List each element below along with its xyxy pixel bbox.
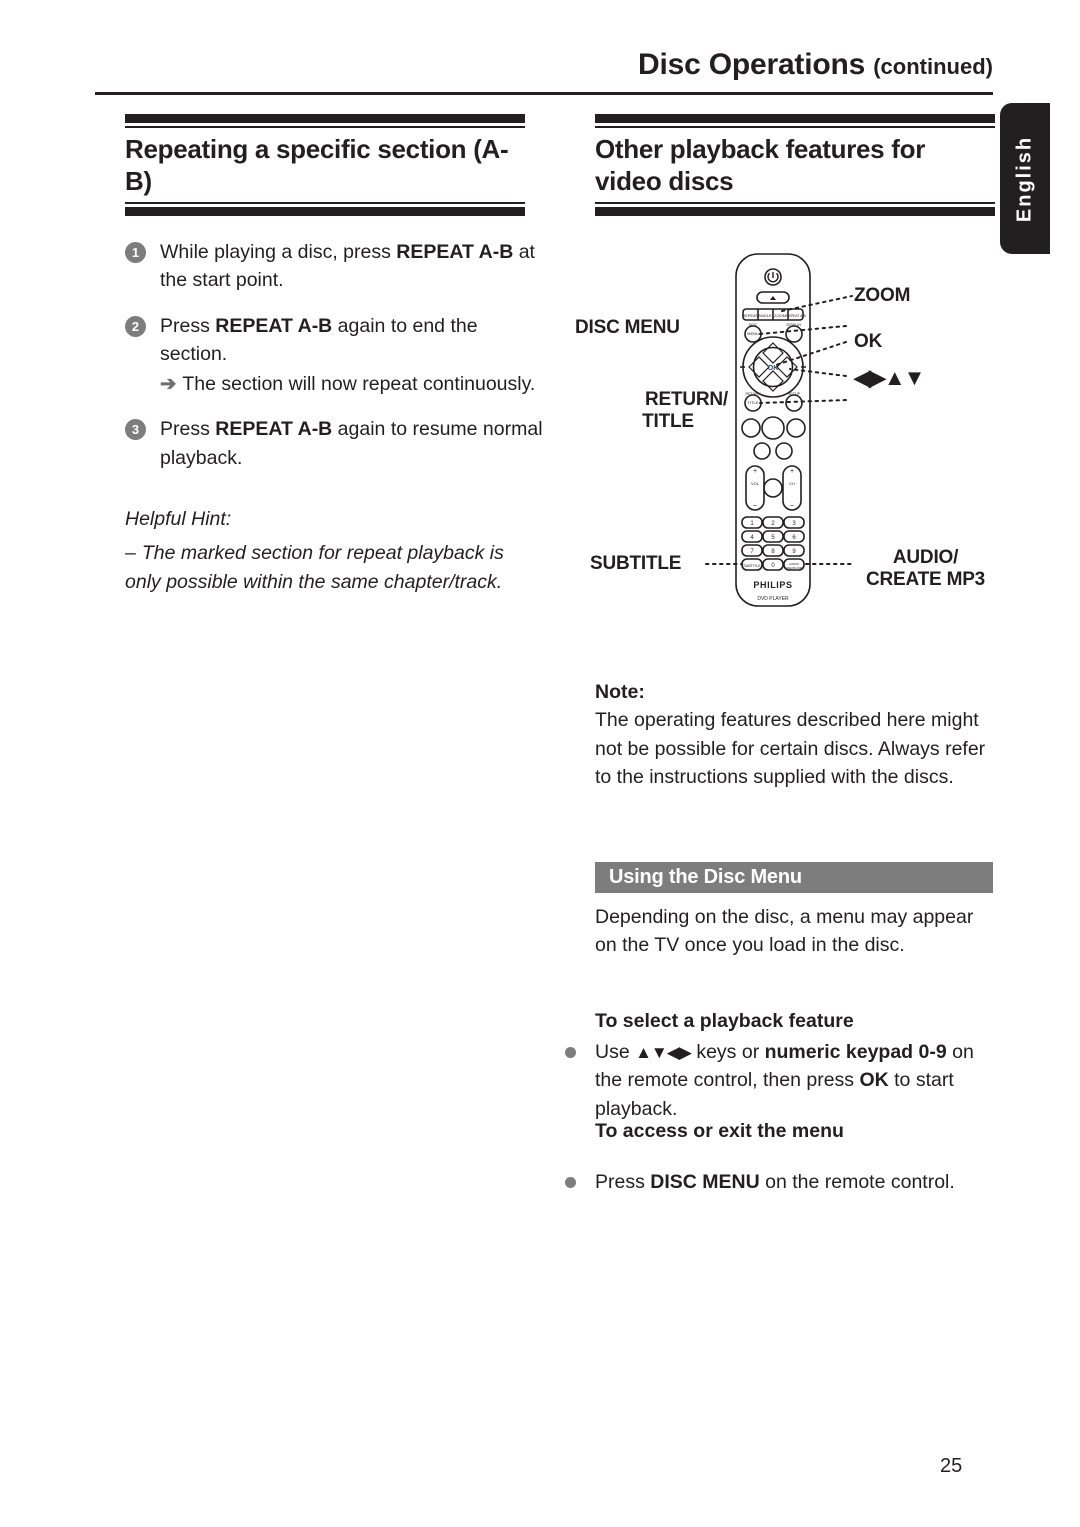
svg-text:9: 9 <box>792 549 796 555</box>
language-tab: English <box>1000 103 1050 254</box>
step-2-result: ➔ The section will now repeat continuousl… <box>160 370 545 398</box>
svg-text:3: 3 <box>792 521 796 527</box>
access-part2: on the remote control. <box>759 1171 955 1193</box>
svg-text:7: 7 <box>750 549 754 555</box>
svg-text:+: + <box>790 468 794 475</box>
list-item: Press DISC MENU on the remote control. <box>565 1168 995 1196</box>
callout-ok: OK <box>854 331 883 352</box>
bullet-dot-icon <box>565 1177 576 1188</box>
svg-text:PHILIPS: PHILIPS <box>753 580 792 590</box>
svg-text:SUBTITLE: SUBTITLE <box>743 564 761 568</box>
list-item: 2 Press REPEAT A-B again to end the sect… <box>125 312 545 399</box>
svg-text:CREATE MP3: CREATE MP3 <box>785 566 804 570</box>
access-bold1: DISC MENU <box>650 1171 760 1193</box>
svg-text:SETUP: SETUP <box>788 392 801 396</box>
helpful-hint: Helpful Hint: – The marked section for re… <box>125 505 545 596</box>
svg-text:6: 6 <box>792 535 796 541</box>
step-number-1: 1 <box>125 242 146 263</box>
page-title-main: Disc Operations <box>638 48 866 81</box>
select-part2: keys or <box>690 1041 765 1063</box>
page-title: Disc Operations (continued) <box>95 48 993 82</box>
leader-return-title <box>759 399 847 404</box>
remote-control-diagram: REPEAT ANGLE ZOOM REPEAT A-B DISC MENU D… <box>570 245 1010 620</box>
svg-text:4: 4 <box>750 535 754 541</box>
left-heading-rule-top <box>125 114 525 128</box>
right-heading-rule-bottom <box>595 202 995 216</box>
callout-disc-menu: DISC MENU <box>575 317 680 338</box>
svg-text:DISC: DISC <box>749 323 758 327</box>
subheading-select-playback: To select a playback feature <box>595 1010 854 1032</box>
svg-text:TITLE: TITLE <box>748 400 759 405</box>
left-section-heading: Repeating a specific section (A-B) <box>125 134 509 196</box>
svg-text:ZOOM: ZOOM <box>774 313 786 318</box>
bullet-dot-icon <box>565 1047 576 1058</box>
step-3-bold: REPEAT A-B <box>215 418 333 441</box>
section-bar-using-disc-menu: Using the Disc Menu <box>595 862 993 893</box>
callout-return-title-line1: RETURN/ <box>644 389 728 410</box>
leader-disc-menu <box>759 325 847 335</box>
svg-text:ANGLE: ANGLE <box>758 313 772 318</box>
callout-audio-create-mp3: AUDIO/ CREATE MP3 <box>866 547 985 592</box>
leader-arrows <box>789 368 847 377</box>
subheading-access-menu: To access or exit the menu <box>595 1120 844 1142</box>
list-item: 1 While playing a disc, press REPEAT A-B… <box>125 238 545 295</box>
svg-text:OK: OK <box>768 365 779 372</box>
step-3-text-before: Press <box>160 418 216 441</box>
svg-text:1: 1 <box>750 521 754 527</box>
arrow-keys-icon: ▲▼◀▶ <box>635 1043 692 1062</box>
callout-zoom: ZOOM <box>854 285 911 306</box>
svg-text:0: 0 <box>771 563 775 569</box>
language-tab-label: English <box>1013 135 1036 222</box>
list-item: 3 Press REPEAT A-B again to resume norma… <box>125 415 545 472</box>
step-2-result-text: The section will now repeat continuously… <box>182 373 536 396</box>
svg-text:+: + <box>753 468 757 475</box>
step-number-2: 2 <box>125 315 146 337</box>
steps-list: 1 While playing a disc, press REPEAT A-B… <box>125 238 545 489</box>
svg-text:CH: CH <box>789 481 795 486</box>
paragraph-disc-menu: Depending on the disc, a menu may appear… <box>595 906 974 957</box>
left-heading-rule-bottom <box>125 202 525 216</box>
svg-text:5: 5 <box>771 535 775 541</box>
step-1-bold: REPEAT A-B <box>396 241 514 263</box>
note-block: Note: The operating features described h… <box>595 678 995 791</box>
right-heading-rule-top <box>595 114 995 128</box>
svg-text:VOL: VOL <box>751 481 760 486</box>
svg-text:REPEAT A-B: REPEAT A-B <box>786 314 806 318</box>
hint-text: The marked section for repeat playback i… <box>125 542 504 593</box>
header-divider <box>95 92 993 95</box>
right-section-heading: Other playback features for video discs <box>595 134 926 196</box>
callout-subtitle: SUBTITLE <box>590 553 682 574</box>
step-1-text-before: While playing a disc, press <box>160 241 397 263</box>
select-part1: Use <box>595 1041 636 1063</box>
svg-text:8: 8 <box>771 549 775 555</box>
svg-text:REPEAT: REPEAT <box>742 313 758 318</box>
svg-text:RETURN: RETURN <box>746 392 761 396</box>
callout-return-title: RETURN/ TITLE <box>608 389 728 434</box>
step-number-3: 3 <box>125 419 146 441</box>
step-2-bold: REPEAT A-B <box>215 314 333 337</box>
svg-text:–: – <box>753 502 757 509</box>
access-part1: Press <box>595 1171 651 1193</box>
select-bold1: numeric keypad 0-9 <box>764 1041 947 1063</box>
callout-audio-line2: CREATE MP3 <box>866 569 986 591</box>
page-number: 25 <box>940 1455 963 1477</box>
list-item: Use ▲▼◀▶ keys or numeric keypad 0-9 on t… <box>565 1038 995 1123</box>
svg-text:DVD PLAYER: DVD PLAYER <box>757 596 789 602</box>
page-title-continued: (continued) <box>873 54 993 79</box>
callout-return-title-line2: TITLE <box>642 411 694 433</box>
step-2-text-before: Press <box>160 314 216 337</box>
svg-text:–: – <box>790 502 794 509</box>
svg-text:DISPLAY: DISPLAY <box>787 323 803 327</box>
note-text: The operating features described here mi… <box>595 709 986 788</box>
svg-text:2: 2 <box>771 521 775 527</box>
callout-arrow-keys: ◀▶▲▼ <box>854 365 925 390</box>
hint-dash: – <box>125 542 136 565</box>
result-arrow-icon: ➔ <box>160 373 177 396</box>
hint-title: Helpful Hint: <box>125 508 232 530</box>
note-title: Note: <box>595 681 645 703</box>
select-bold2: OK <box>859 1069 889 1092</box>
callout-audio-line1: AUDIO/ <box>892 547 959 568</box>
svg-text:MENU: MENU <box>747 331 759 336</box>
